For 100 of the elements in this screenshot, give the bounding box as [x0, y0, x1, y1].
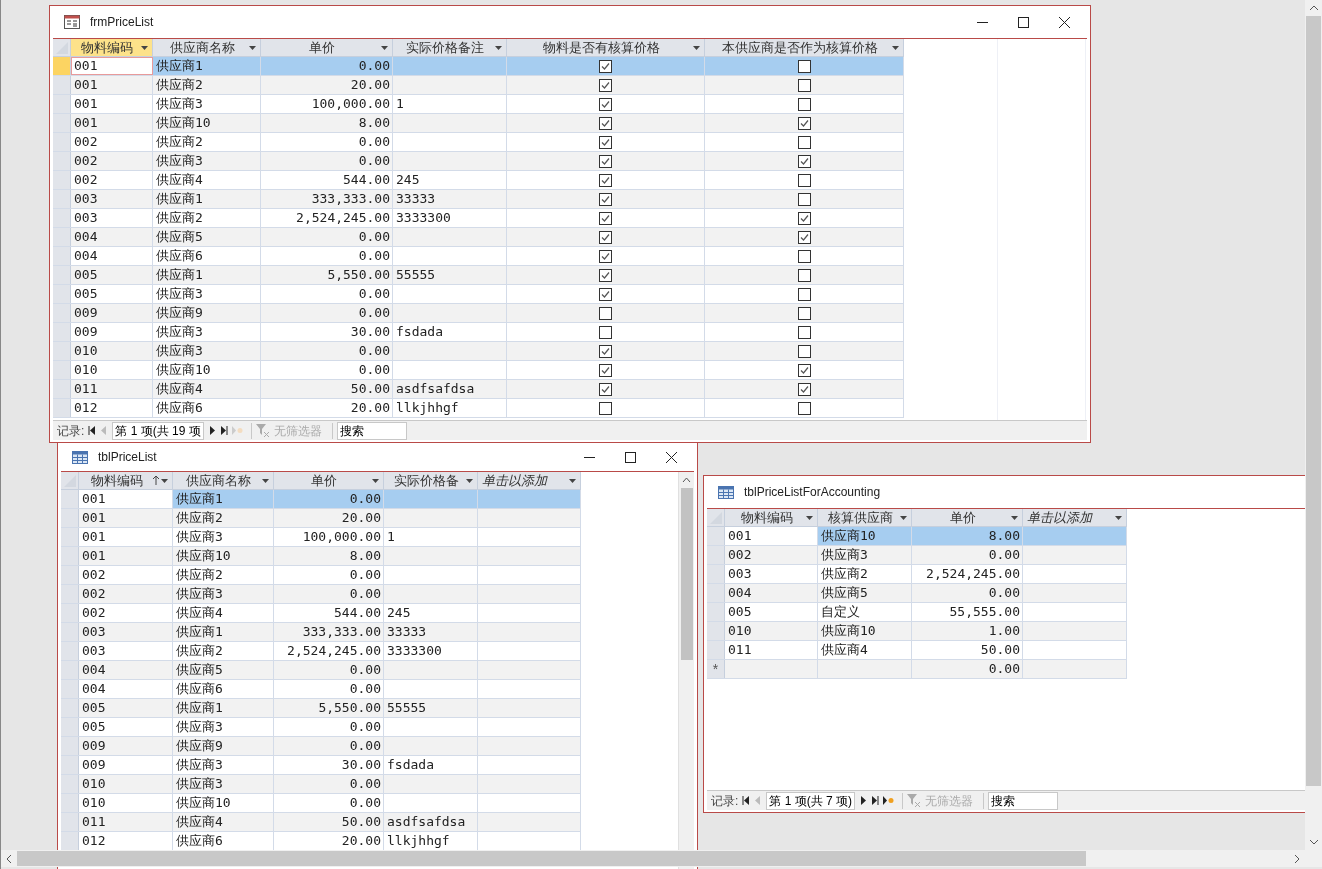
table-row[interactable]: 010 供应商10 0.00	[61, 794, 581, 813]
table-row[interactable]: 001 供应商10 8.00	[53, 114, 904, 133]
column-header[interactable]: 本供应商是否作为核算价格	[705, 39, 904, 57]
checkbox[interactable]	[599, 97, 612, 111]
table-row[interactable]: 005 供应商1 5,550.00 55555	[61, 699, 581, 718]
table-row[interactable]: 010 供应商3 0.00	[53, 342, 904, 361]
checkbox[interactable]	[599, 173, 612, 187]
table-row[interactable]: 003 供应商2 2,524,245.00	[707, 565, 1127, 584]
column-header[interactable]: 实际价格备注	[393, 39, 507, 57]
current-record-field[interactable]: 第 1 项(共 19 项	[112, 421, 204, 440]
caret-icon[interactable]	[141, 45, 148, 50]
column-header[interactable]: 单击以添加	[1023, 509, 1127, 527]
table-row[interactable]: 002 供应商2 0.00	[61, 566, 581, 585]
table-row[interactable]: 009 供应商9 0.00	[61, 737, 581, 756]
checkbox[interactable]	[797, 211, 811, 225]
caret-icon[interactable]	[806, 515, 813, 520]
caret-icon[interactable]	[161, 478, 168, 483]
checkbox[interactable]	[797, 173, 811, 187]
table-row[interactable]: 009 供应商3 30.00 fsdada	[61, 756, 581, 775]
table-row[interactable]: 003 供应商2 2,524,245.00 3333300	[61, 642, 581, 661]
caret-icon[interactable]	[900, 515, 907, 520]
table-row[interactable]: 004 供应商5 0.00	[53, 228, 904, 247]
table-row[interactable]: 010 供应商10 1.00	[707, 622, 1127, 641]
caret-icon[interactable]	[495, 45, 502, 50]
horizontal-scrollbar[interactable]	[1, 850, 1322, 867]
table-row[interactable]: 002 供应商4 544.00 245	[53, 171, 904, 190]
column-header[interactable]: 物料编码	[71, 39, 153, 57]
checkbox[interactable]	[797, 192, 811, 206]
checkbox[interactable]	[599, 344, 612, 358]
table-row[interactable]: 001 供应商1 0.00	[53, 57, 904, 76]
table-row[interactable]: 001 供应商3 100,000.00 1	[61, 528, 581, 547]
checkbox[interactable]	[797, 78, 811, 92]
table-row[interactable]: 002 供应商3 0.00	[53, 152, 904, 171]
caret-icon[interactable]	[1011, 515, 1018, 520]
search-field[interactable]: 搜索	[336, 421, 407, 440]
search-field[interactable]: 搜索	[988, 791, 1059, 810]
column-header[interactable]: 单击以添加	[478, 472, 581, 490]
checkbox[interactable]	[599, 59, 612, 73]
vertical-scrollbar[interactable]	[678, 472, 694, 869]
table-row[interactable]: 001 供应商10 8.00	[707, 527, 1127, 546]
checkbox[interactable]	[797, 382, 811, 396]
table-row[interactable]: 005 供应商3 0.00	[61, 718, 581, 737]
column-header[interactable]: 单价	[274, 472, 384, 490]
table-row[interactable]: 004 供应商5 0.00	[707, 584, 1127, 603]
table-row[interactable]: 012 供应商6 20.00 llkjhhgf	[53, 399, 904, 418]
checkbox[interactable]	[599, 154, 612, 168]
checkbox[interactable]	[599, 135, 612, 149]
caret-icon[interactable]	[892, 45, 899, 50]
checkbox[interactable]	[599, 116, 612, 130]
checkbox[interactable]	[797, 97, 811, 111]
table-row[interactable]: 003 供应商1 333,333.00 33333	[61, 623, 581, 642]
table-row[interactable]: 001 供应商1 0.00	[61, 490, 581, 509]
column-header[interactable]: 实际价格备	[384, 472, 478, 490]
table-row[interactable]: 011 供应商4 50.00	[707, 641, 1127, 660]
table-row[interactable]: 005 供应商1 5,550.00 55555	[53, 266, 904, 285]
table-row[interactable]: 001 供应商2 20.00	[53, 76, 904, 95]
last-record-icon[interactable]	[871, 796, 880, 805]
checkbox[interactable]	[797, 344, 811, 358]
table-row[interactable]: 005 供应商3 0.00	[53, 285, 904, 304]
caret-icon[interactable]	[466, 478, 473, 483]
table-row[interactable]: 001 供应商2 20.00	[61, 509, 581, 528]
close-icon[interactable]	[666, 451, 677, 463]
table-row[interactable]: 002 供应商3 0.00	[61, 585, 581, 604]
table-row[interactable]: 011 供应商4 50.00 asdfsafdsa	[53, 380, 904, 399]
new-record-icon[interactable]	[883, 796, 895, 805]
current-record-field[interactable]: 第 1 项(共 7 项)	[766, 791, 856, 810]
checkbox[interactable]	[599, 230, 612, 244]
column-header[interactable]: 物料编码	[79, 472, 173, 490]
column-header[interactable]: 供应商名称	[173, 472, 274, 490]
first-record-icon[interactable]	[742, 796, 751, 805]
checkbox[interactable]	[797, 325, 811, 339]
first-record-icon[interactable]	[88, 426, 97, 435]
checkbox[interactable]	[797, 135, 811, 149]
table-row[interactable]: 002 供应商3 0.00	[707, 546, 1127, 565]
checkbox[interactable]	[599, 211, 612, 225]
caret-icon[interactable]	[1115, 515, 1122, 520]
table-row[interactable]: 009 供应商3 30.00 fsdada	[53, 323, 904, 342]
table-row[interactable]: 002 供应商2 0.00	[53, 133, 904, 152]
column-header[interactable]: 物料编码	[725, 509, 818, 527]
close-icon[interactable]	[1059, 16, 1070, 28]
checkbox[interactable]	[797, 230, 811, 244]
caret-icon[interactable]	[569, 478, 576, 483]
column-header[interactable]: 物料是否有核算价格	[507, 39, 705, 57]
table-row[interactable]: 001 供应商10 8.00	[61, 547, 581, 566]
table-row[interactable]: 004 供应商5 0.00	[61, 661, 581, 680]
checkbox[interactable]	[797, 401, 811, 415]
checkbox[interactable]	[599, 363, 612, 377]
checkbox[interactable]	[797, 59, 811, 73]
checkbox[interactable]	[797, 249, 811, 263]
table-row[interactable]: 001 供应商3 100,000.00 1	[53, 95, 904, 114]
caret-icon[interactable]	[249, 45, 256, 50]
column-header[interactable]: 单价	[912, 509, 1023, 527]
vertical-scrollbar[interactable]	[1305, 0, 1322, 850]
checkbox[interactable]	[797, 116, 811, 130]
last-record-icon[interactable]	[219, 426, 228, 435]
table-row[interactable]: 005 自定义 55,555.00	[707, 603, 1127, 622]
checkbox[interactable]	[797, 306, 811, 320]
checkbox[interactable]	[599, 401, 612, 415]
table-row[interactable]: 002 供应商4 544.00 245	[61, 604, 581, 623]
checkbox[interactable]	[599, 78, 612, 92]
